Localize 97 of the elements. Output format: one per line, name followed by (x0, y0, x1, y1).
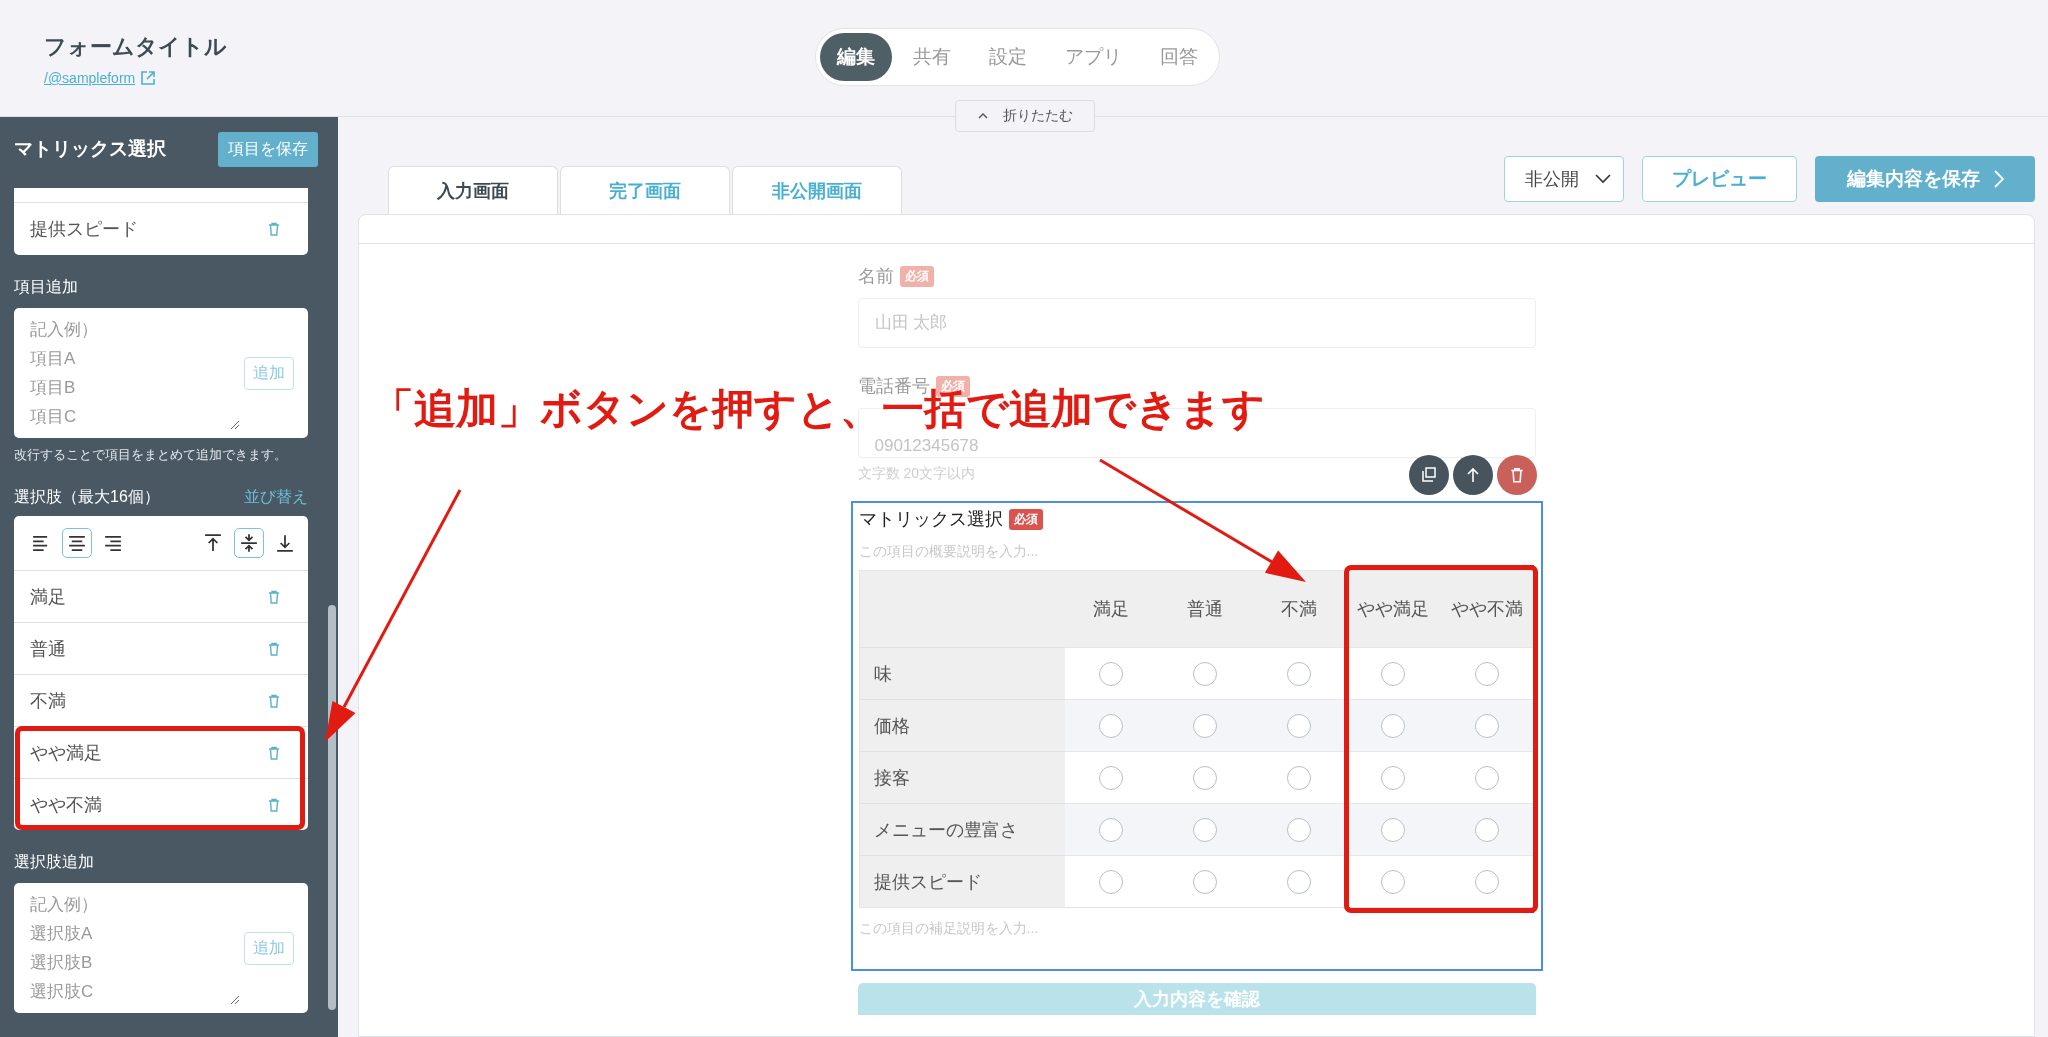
choice-label: やや満足 (30, 741, 102, 765)
radio-button[interactable] (1380, 713, 1405, 738)
mode-tab[interactable]: 回答 (1143, 33, 1215, 81)
choice-label: 普通 (30, 637, 66, 661)
trash-icon[interactable] (266, 692, 282, 709)
textarea-field[interactable]: 記入例） 項目A 項目B 項目C 追加 (14, 308, 308, 438)
row-label: 接客 (859, 751, 1065, 803)
section-label: 項目追加 (14, 277, 79, 297)
chevron-right-icon (1993, 170, 2004, 188)
column-header: 満足 (1064, 571, 1159, 647)
radio-button[interactable] (1380, 765, 1405, 790)
radio-button[interactable] (1474, 869, 1499, 894)
preview-button[interactable]: プレビュー (1642, 156, 1797, 202)
radio-button[interactable] (1474, 661, 1499, 686)
radio-button[interactable] (1287, 817, 1311, 842)
copy-icon (1419, 466, 1438, 484)
required-badge: 必須 (1008, 508, 1043, 530)
section-label: 選択肢（最大16個） (14, 487, 160, 507)
choice-label: 不満 (30, 689, 66, 713)
add-button[interactable]: 追加 (244, 931, 294, 965)
radio-button[interactable] (1380, 661, 1405, 686)
column-header: やや不満 (1439, 571, 1534, 647)
panel-title: マトリックス選択 (14, 137, 166, 161)
external-link-icon[interactable] (140, 70, 157, 86)
radio-button[interactable] (1193, 713, 1218, 738)
radio-button[interactable] (1287, 869, 1311, 894)
form-title: フォームタイトル (44, 33, 227, 61)
placeholder-line: 項目C (30, 406, 77, 428)
placeholder-line: 項目B (30, 377, 76, 399)
row-label: 価格 (859, 699, 1065, 751)
scrollbar[interactable] (328, 605, 336, 1010)
sort-link[interactable]: 並び替え (244, 487, 308, 508)
copy-button[interactable] (1408, 455, 1449, 495)
placeholder-line: 選択肢C (30, 981, 94, 1003)
column-header: 普通 (1158, 571, 1253, 647)
placeholder-line: 選択肢A (30, 923, 93, 945)
radio-button[interactable] (1380, 817, 1405, 842)
placeholder-line: 記入例） (30, 894, 98, 916)
screen-tab[interactable]: 入力画面 (388, 166, 558, 214)
trash-icon[interactable] (266, 640, 282, 657)
trash-icon[interactable] (266, 744, 282, 761)
field-label: 名前 (857, 265, 894, 288)
radio-button[interactable] (1193, 817, 1218, 842)
mode-tab[interactable]: アプリ (1048, 33, 1139, 81)
item-label: 提供スピード (30, 218, 138, 241)
radio-button[interactable] (1099, 869, 1124, 894)
required-badge: 必須 (899, 265, 934, 287)
help-text: 改行することで項目をまとめて追加できます。 (14, 446, 288, 464)
row-label: 味 (859, 647, 1065, 699)
chevron-up-icon (977, 112, 989, 120)
radio-button[interactable] (1099, 661, 1124, 686)
radio-button[interactable] (1099, 765, 1124, 790)
delete-button[interactable] (1496, 455, 1537, 495)
radio-button[interactable] (1193, 661, 1218, 686)
radio-button[interactable] (1193, 869, 1218, 894)
radio-button[interactable] (1287, 661, 1311, 686)
radio-button[interactable] (1474, 713, 1499, 738)
radio-button[interactable] (1287, 765, 1311, 790)
save-button[interactable]: 編集内容を保存 (1815, 156, 2035, 202)
chevron-down-icon (1595, 174, 1611, 184)
mode-tab[interactable]: 共有 (896, 33, 968, 81)
move-up-button[interactable] (1452, 455, 1493, 495)
align-middle-icon[interactable] (234, 528, 264, 558)
trash-icon[interactable] (266, 588, 282, 605)
row-label: 提供スピード (859, 855, 1065, 907)
radio-button[interactable] (1099, 817, 1124, 842)
screen-tab[interactable]: 非公開画面 (732, 166, 902, 214)
placeholder-line: 選択肢B (30, 952, 93, 974)
question-title: マトリックス選択 (858, 508, 1003, 531)
align-center-icon[interactable] (62, 528, 92, 558)
choice-label: 満足 (30, 585, 66, 609)
resize-handle-icon[interactable] (230, 420, 240, 430)
placeholder-line: 項目A (30, 348, 76, 370)
textarea-field[interactable]: 記入例） 選択肢A 選択肢B 選択肢C 追加 (14, 883, 308, 1013)
section-label: 選択肢追加 (14, 852, 95, 872)
resize-handle-icon[interactable] (230, 995, 240, 1005)
trash-icon[interactable] (266, 221, 282, 237)
radio-button[interactable] (1193, 765, 1218, 790)
placeholder-line: 記入例） (30, 319, 98, 341)
form-url-link[interactable]: /@sampleform (44, 70, 136, 86)
column-header: 不満 (1252, 571, 1346, 647)
row-label: メニューの豊富さ (859, 803, 1065, 855)
text-field[interactable]: 山田 太郎 (857, 298, 1536, 348)
save-item-button[interactable]: 項目を保存 (218, 131, 318, 167)
trash-icon[interactable] (266, 796, 282, 813)
radio-button[interactable] (1287, 713, 1311, 738)
mode-tab[interactable]: 設定 (972, 33, 1044, 81)
screen-tab[interactable]: 完了画面 (560, 166, 730, 214)
choice-label: やや不満 (30, 793, 102, 817)
collapse-button[interactable]: 折りたたむ (955, 100, 1095, 132)
radio-button[interactable] (1474, 765, 1499, 790)
add-button[interactable]: 追加 (244, 356, 294, 390)
visibility-dropdown[interactable]: 非公開 (1504, 156, 1624, 202)
mode-tab[interactable]: 編集 (820, 33, 892, 81)
radio-button[interactable] (1099, 713, 1124, 738)
radio-button[interactable] (1474, 817, 1499, 842)
radio-button[interactable] (1380, 869, 1405, 894)
